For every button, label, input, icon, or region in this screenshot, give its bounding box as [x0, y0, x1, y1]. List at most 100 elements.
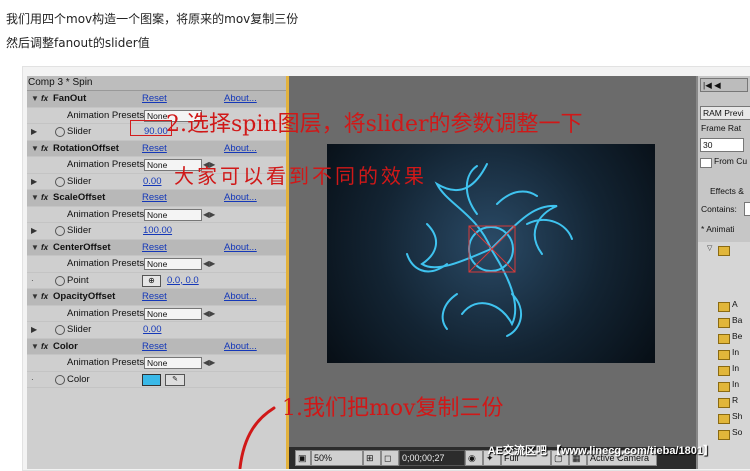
- ram-preview-dropdown[interactable]: RAM Previ: [700, 106, 750, 120]
- color-swatch[interactable]: [142, 373, 161, 386]
- reset-link[interactable]: Reset: [142, 240, 167, 256]
- param-value[interactable]: 100.00: [143, 223, 172, 239]
- effect-controls-title: Comp 3 * Spin: [27, 76, 286, 91]
- annotation-step-1: 1.我们把mov复制三份: [282, 396, 504, 421]
- param-value[interactable]: 0.0, 0.0: [167, 273, 199, 289]
- always-preview-icon[interactable]: ▣: [295, 450, 311, 466]
- stopwatch-icon[interactable]: [55, 176, 65, 187]
- effect-header-centeroffset[interactable]: ▼ fx CenterOffset Reset About...: [27, 239, 286, 256]
- frame-rate-label: Frame Rat: [701, 123, 742, 133]
- reset-link[interactable]: Reset: [142, 289, 167, 305]
- expand-triangle-icon[interactable]: ▶: [31, 174, 37, 190]
- effect-header-scaleoffset[interactable]: ▼ fx ScaleOffset Reset About...: [27, 190, 286, 207]
- preset-nav-icons[interactable]: ◀▶: [203, 355, 215, 371]
- param-label: Slider: [67, 175, 92, 187]
- collapse-triangle-icon[interactable]: ▼: [31, 240, 39, 256]
- folder-label[interactable]: A: [732, 299, 738, 309]
- folder-label[interactable]: In: [732, 347, 739, 357]
- folder-icon: [718, 246, 730, 256]
- param-value[interactable]: 0.00: [143, 174, 162, 190]
- about-link[interactable]: About...: [224, 339, 257, 355]
- expand-triangle-icon[interactable]: ▽: [707, 244, 712, 252]
- folder-label[interactable]: R: [732, 395, 738, 405]
- grid-toggle-icon[interactable]: ⊞: [363, 450, 381, 466]
- fx-icon[interactable]: fx: [41, 240, 48, 256]
- contains-label: Contains:: [701, 204, 737, 214]
- presets-dropdown[interactable]: None: [144, 258, 202, 270]
- expand-triangle-icon: ·: [31, 275, 34, 285]
- stopwatch-icon[interactable]: [55, 374, 65, 385]
- folder-icon: [718, 302, 730, 312]
- eyedropper-icon[interactable]: ✎: [165, 373, 185, 386]
- presets-label: Animation Presets:: [67, 159, 147, 170]
- collapse-triangle-icon[interactable]: ▼: [31, 289, 39, 305]
- preset-nav-icons[interactable]: ◀▶: [203, 207, 215, 223]
- effects-presets-tab[interactable]: Effects &: [710, 186, 744, 196]
- transport-controls[interactable]: |◀ ◀: [700, 78, 748, 92]
- stopwatch-icon[interactable]: [55, 325, 65, 335]
- contains-search-input[interactable]: [744, 202, 750, 216]
- fx-icon[interactable]: fx: [41, 91, 48, 107]
- reset-link[interactable]: Reset: [142, 190, 167, 206]
- fx-icon[interactable]: fx: [41, 190, 48, 206]
- expand-triangle-icon[interactable]: ▶: [31, 124, 37, 140]
- folder-label[interactable]: In: [732, 379, 739, 389]
- watermark: AE交流区吧 【www.linecg.com/tieba/1801】: [487, 445, 714, 457]
- crosshair-icon[interactable]: ⊕: [142, 274, 161, 287]
- reset-link[interactable]: Reset: [142, 91, 167, 107]
- mask-toggle-icon[interactable]: ◻: [381, 450, 399, 466]
- presets-label: Animation Presets:: [67, 208, 147, 220]
- effect-name: OpacityOffset: [53, 291, 116, 302]
- folder-icon: [718, 350, 730, 360]
- about-link[interactable]: About...: [224, 190, 257, 206]
- folder-label[interactable]: Sh: [732, 411, 742, 421]
- folder-label[interactable]: In: [732, 363, 739, 373]
- effects-tree-list: ▽ A Ba Be In In In R Sh So: [698, 242, 750, 469]
- folder-icon: [718, 334, 730, 344]
- presets-dropdown[interactable]: None: [144, 357, 202, 369]
- about-link[interactable]: About...: [224, 289, 257, 305]
- folder-label[interactable]: Ba: [732, 315, 742, 325]
- about-link[interactable]: About...: [224, 240, 257, 256]
- expand-triangle-icon[interactable]: ▶: [31, 322, 37, 338]
- tree-root-label[interactable]: * Animati: [701, 224, 735, 234]
- folder-icon: [718, 318, 730, 328]
- effect-name: ScaleOffset: [53, 192, 106, 203]
- param-value[interactable]: 0.00: [143, 322, 162, 338]
- about-link[interactable]: About...: [224, 91, 257, 107]
- reset-link[interactable]: Reset: [142, 339, 167, 355]
- preset-nav-icons[interactable]: ◀▶: [203, 256, 215, 272]
- timecode-display[interactable]: 0;00;00;27: [399, 450, 465, 466]
- presets-dropdown[interactable]: None: [144, 307, 202, 320]
- param-row-centeroffset: · Point ⊕ 0.0, 0.0: [27, 273, 286, 289]
- about-link[interactable]: About...: [224, 141, 257, 157]
- from-current-checkbox[interactable]: [700, 158, 712, 168]
- effect-header-rotationoffset[interactable]: ▼ fx RotationOffset Reset About...: [27, 140, 286, 157]
- collapse-triangle-icon[interactable]: ▼: [31, 141, 39, 157]
- snapshot-icon[interactable]: ◉: [465, 450, 483, 466]
- effect-name: CenterOffset: [53, 241, 111, 253]
- fx-icon[interactable]: fx: [41, 339, 48, 355]
- expand-triangle-icon: ·: [31, 374, 34, 384]
- stopwatch-icon[interactable]: [55, 275, 65, 286]
- right-panels: |◀ ◀ RAM Previ Frame Rat 30 From Cu Effe…: [696, 76, 750, 469]
- collapse-triangle-icon[interactable]: ▼: [31, 190, 39, 206]
- effect-header-opacityoffset[interactable]: ▼ fx OpacityOffset Reset About...: [27, 289, 286, 306]
- reset-link[interactable]: Reset: [142, 141, 167, 157]
- fx-icon[interactable]: fx: [41, 289, 48, 305]
- collapse-triangle-icon[interactable]: ▼: [31, 339, 39, 355]
- presets-dropdown[interactable]: None: [144, 208, 202, 221]
- effect-header-color[interactable]: ▼ fx Color Reset About...: [27, 338, 286, 355]
- frame-rate-input[interactable]: 30: [700, 138, 744, 152]
- stopwatch-icon[interactable]: [55, 226, 65, 236]
- expand-triangle-icon[interactable]: ▶: [31, 223, 37, 239]
- folder-label[interactable]: So: [732, 427, 742, 437]
- fx-icon[interactable]: fx: [41, 141, 48, 157]
- animation-presets-row: Animation Presets: None ◀▶: [27, 256, 286, 273]
- preset-nav-icons[interactable]: ◀▶: [203, 306, 215, 322]
- annotation-arrow: [238, 406, 276, 469]
- folder-label[interactable]: Be: [732, 331, 742, 341]
- collapse-triangle-icon[interactable]: ▼: [31, 91, 39, 107]
- stopwatch-icon[interactable]: [55, 127, 65, 137]
- magnification-dropdown[interactable]: 50%: [311, 450, 363, 466]
